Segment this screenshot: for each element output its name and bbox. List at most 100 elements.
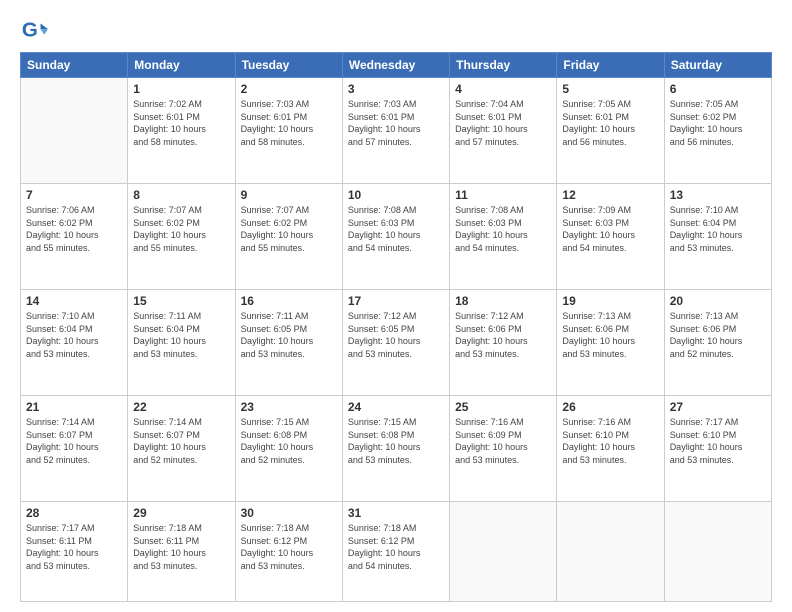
day-info: Sunrise: 7:07 AM Sunset: 6:02 PM Dayligh…	[241, 204, 337, 254]
day-info: Sunrise: 7:08 AM Sunset: 6:03 PM Dayligh…	[348, 204, 444, 254]
calendar-cell: 8 Sunrise: 7:07 AM Sunset: 6:02 PM Daylig…	[128, 184, 235, 290]
day-info: Sunrise: 7:14 AM Sunset: 6:07 PM Dayligh…	[26, 416, 122, 466]
day-info: Sunrise: 7:10 AM Sunset: 6:04 PM Dayligh…	[670, 204, 766, 254]
day-info: Sunrise: 7:03 AM Sunset: 6:01 PM Dayligh…	[348, 98, 444, 148]
logo-icon: G	[20, 16, 48, 44]
calendar-cell: 15 Sunrise: 7:11 AM Sunset: 6:04 PM Dayli…	[128, 290, 235, 396]
day-number: 27	[670, 400, 766, 414]
calendar-week-4: 21 Sunrise: 7:14 AM Sunset: 6:07 PM Dayli…	[21, 396, 772, 502]
day-number: 3	[348, 82, 444, 96]
day-number: 24	[348, 400, 444, 414]
day-info: Sunrise: 7:04 AM Sunset: 6:01 PM Dayligh…	[455, 98, 551, 148]
calendar-week-2: 7Sunrise: 7:06 AM Sunset: 6:02 PM Daylig…	[21, 184, 772, 290]
day-number: 23	[241, 400, 337, 414]
svg-text:G: G	[22, 19, 38, 42]
column-header-tuesday: Tuesday	[235, 53, 342, 78]
day-info: Sunrise: 7:18 AM Sunset: 6:12 PM Dayligh…	[241, 522, 337, 572]
day-number: 13	[670, 188, 766, 202]
calendar-cell: 24 Sunrise: 7:15 AM Sunset: 6:08 PM Dayli…	[342, 396, 449, 502]
day-info: Sunrise: 7:18 AM Sunset: 6:12 PM Dayligh…	[348, 522, 444, 572]
day-number: 22	[133, 400, 229, 414]
day-info: Sunrise: 7:15 AM Sunset: 6:08 PM Dayligh…	[348, 416, 444, 466]
day-info: Sunrise: 7:09 AM Sunset: 6:03 PM Dayligh…	[562, 204, 658, 254]
day-info: Sunrise: 7:13 AM Sunset: 6:06 PM Dayligh…	[562, 310, 658, 360]
calendar-cell: 17Sunrise: 7:12 AM Sunset: 6:05 PM Dayli…	[342, 290, 449, 396]
day-number: 21	[26, 400, 122, 414]
calendar-cell: 31 Sunrise: 7:18 AM Sunset: 6:12 PM Dayli…	[342, 502, 449, 602]
logo: G	[20, 16, 51, 44]
day-number: 19	[562, 294, 658, 308]
calendar-header-row: SundayMondayTuesdayWednesdayThursdayFrid…	[21, 53, 772, 78]
day-info: Sunrise: 7:11 AM Sunset: 6:04 PM Dayligh…	[133, 310, 229, 360]
day-number: 16	[241, 294, 337, 308]
day-info: Sunrise: 7:18 AM Sunset: 6:11 PM Dayligh…	[133, 522, 229, 572]
day-number: 30	[241, 506, 337, 520]
day-info: Sunrise: 7:17 AM Sunset: 6:11 PM Dayligh…	[26, 522, 122, 572]
day-number: 7	[26, 188, 122, 202]
day-info: Sunrise: 7:05 AM Sunset: 6:02 PM Dayligh…	[670, 98, 766, 148]
day-info: Sunrise: 7:13 AM Sunset: 6:06 PM Dayligh…	[670, 310, 766, 360]
day-number: 26	[562, 400, 658, 414]
day-number: 25	[455, 400, 551, 414]
day-info: Sunrise: 7:15 AM Sunset: 6:08 PM Dayligh…	[241, 416, 337, 466]
calendar-cell: 18 Sunrise: 7:12 AM Sunset: 6:06 PM Dayli…	[450, 290, 557, 396]
calendar-cell: 20 Sunrise: 7:13 AM Sunset: 6:06 PM Dayli…	[664, 290, 771, 396]
day-number: 28	[26, 506, 122, 520]
calendar-cell: 3 Sunrise: 7:03 AM Sunset: 6:01 PM Daylig…	[342, 78, 449, 184]
day-info: Sunrise: 7:10 AM Sunset: 6:04 PM Dayligh…	[26, 310, 122, 360]
day-number: 6	[670, 82, 766, 96]
day-info: Sunrise: 7:16 AM Sunset: 6:10 PM Dayligh…	[562, 416, 658, 466]
day-info: Sunrise: 7:08 AM Sunset: 6:03 PM Dayligh…	[455, 204, 551, 254]
day-info: Sunrise: 7:03 AM Sunset: 6:01 PM Dayligh…	[241, 98, 337, 148]
calendar-cell: 19 Sunrise: 7:13 AM Sunset: 6:06 PM Dayli…	[557, 290, 664, 396]
day-info: Sunrise: 7:05 AM Sunset: 6:01 PM Dayligh…	[562, 98, 658, 148]
day-info: Sunrise: 7:11 AM Sunset: 6:05 PM Dayligh…	[241, 310, 337, 360]
column-header-monday: Monday	[128, 53, 235, 78]
header: G	[20, 16, 772, 44]
calendar-cell: 1 Sunrise: 7:02 AM Sunset: 6:01 PM Daylig…	[128, 78, 235, 184]
calendar-page: G SundayMondayTuesdayWednesdayThursdayFr…	[0, 0, 792, 612]
day-number: 5	[562, 82, 658, 96]
day-number: 17	[348, 294, 444, 308]
day-info: Sunrise: 7:12 AM Sunset: 6:06 PM Dayligh…	[455, 310, 551, 360]
day-number: 20	[670, 294, 766, 308]
calendar-cell: 25Sunrise: 7:16 AM Sunset: 6:09 PM Dayli…	[450, 396, 557, 502]
calendar-cell: 29 Sunrise: 7:18 AM Sunset: 6:11 PM Dayli…	[128, 502, 235, 602]
day-number: 18	[455, 294, 551, 308]
column-header-wednesday: Wednesday	[342, 53, 449, 78]
day-number: 2	[241, 82, 337, 96]
calendar-cell	[450, 502, 557, 602]
calendar-cell: 14 Sunrise: 7:10 AM Sunset: 6:04 PM Dayli…	[21, 290, 128, 396]
calendar-cell: 10Sunrise: 7:08 AM Sunset: 6:03 PM Dayli…	[342, 184, 449, 290]
day-number: 8	[133, 188, 229, 202]
calendar-week-3: 14 Sunrise: 7:10 AM Sunset: 6:04 PM Dayli…	[21, 290, 772, 396]
calendar-cell: 11Sunrise: 7:08 AM Sunset: 6:03 PM Dayli…	[450, 184, 557, 290]
day-number: 12	[562, 188, 658, 202]
day-number: 1	[133, 82, 229, 96]
calendar-cell: 23 Sunrise: 7:15 AM Sunset: 6:08 PM Dayli…	[235, 396, 342, 502]
day-info: Sunrise: 7:07 AM Sunset: 6:02 PM Dayligh…	[133, 204, 229, 254]
day-number: 4	[455, 82, 551, 96]
calendar-cell: 16 Sunrise: 7:11 AM Sunset: 6:05 PM Dayli…	[235, 290, 342, 396]
calendar-cell: 2 Sunrise: 7:03 AM Sunset: 6:01 PM Daylig…	[235, 78, 342, 184]
calendar-cell: 9Sunrise: 7:07 AM Sunset: 6:02 PM Daylig…	[235, 184, 342, 290]
column-header-thursday: Thursday	[450, 53, 557, 78]
day-number: 29	[133, 506, 229, 520]
column-header-saturday: Saturday	[664, 53, 771, 78]
calendar-table: SundayMondayTuesdayWednesdayThursdayFrid…	[20, 52, 772, 602]
calendar-cell: 5 Sunrise: 7:05 AM Sunset: 6:01 PM Daylig…	[557, 78, 664, 184]
calendar-cell: 7Sunrise: 7:06 AM Sunset: 6:02 PM Daylig…	[21, 184, 128, 290]
calendar-cell: 4 Sunrise: 7:04 AM Sunset: 6:01 PM Daylig…	[450, 78, 557, 184]
day-info: Sunrise: 7:02 AM Sunset: 6:01 PM Dayligh…	[133, 98, 229, 148]
column-header-sunday: Sunday	[21, 53, 128, 78]
day-info: Sunrise: 7:17 AM Sunset: 6:10 PM Dayligh…	[670, 416, 766, 466]
calendar-cell: 30 Sunrise: 7:18 AM Sunset: 6:12 PM Dayli…	[235, 502, 342, 602]
day-number: 14	[26, 294, 122, 308]
calendar-week-5: 28 Sunrise: 7:17 AM Sunset: 6:11 PM Dayli…	[21, 502, 772, 602]
day-number: 31	[348, 506, 444, 520]
calendar-cell: 6 Sunrise: 7:05 AM Sunset: 6:02 PM Daylig…	[664, 78, 771, 184]
day-number: 15	[133, 294, 229, 308]
calendar-cell: 13 Sunrise: 7:10 AM Sunset: 6:04 PM Dayli…	[664, 184, 771, 290]
calendar-cell: 27 Sunrise: 7:17 AM Sunset: 6:10 PM Dayli…	[664, 396, 771, 502]
calendar-cell	[21, 78, 128, 184]
